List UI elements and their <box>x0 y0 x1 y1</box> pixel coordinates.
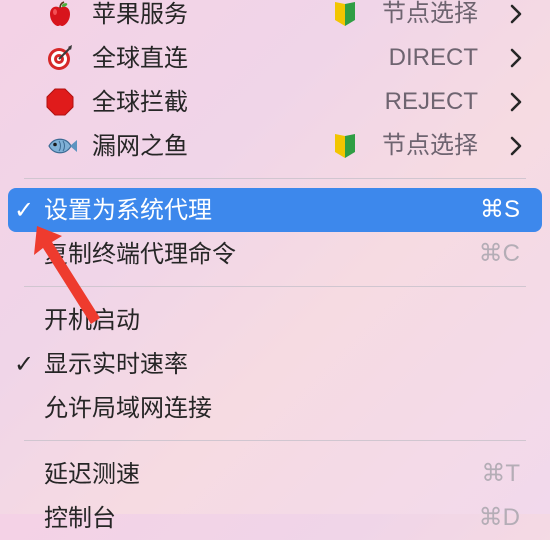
annotation-arrow <box>34 226 100 324</box>
dropdown-menu: 苹果服务 节点选择 全球直连 DIRECT 全球拦截 REJECT 漏网之鱼 节… <box>0 0 550 532</box>
